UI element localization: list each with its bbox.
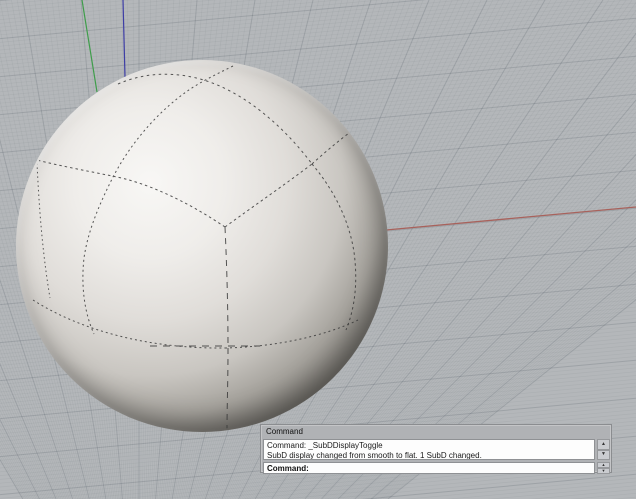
scroll-down-button[interactable]: ▼ bbox=[597, 449, 610, 460]
subd-edge-top-right bbox=[311, 132, 350, 165]
command-panel: Command Command: _SubDDisplayToggle SubD… bbox=[260, 424, 612, 474]
subd-edge-bottom-right bbox=[224, 319, 359, 349]
scroll-up-button[interactable]: ▲ bbox=[597, 439, 610, 450]
subd-edge-right-side bbox=[311, 163, 357, 331]
command-input[interactable] bbox=[310, 463, 591, 473]
subd-edge-upper-left bbox=[36, 159, 226, 228]
history-scrollbar: ▲ ▼ bbox=[597, 439, 610, 460]
command-history-line: Command: _SubDDisplayToggle bbox=[267, 441, 383, 450]
subd-edge-top-arc bbox=[117, 73, 313, 165]
perspective-viewport[interactable]: Command Command: _SubDDisplayToggle SubD… bbox=[0, 0, 636, 499]
subd-edge-vertical bbox=[224, 226, 229, 430]
command-prompt-label: Command: bbox=[267, 463, 309, 473]
spinner-down-button[interactable]: ▼ bbox=[597, 468, 610, 474]
command-history[interactable]: Command: _SubDDisplayToggle SubD display… bbox=[263, 439, 595, 460]
command-spinner: ▲ ▼ bbox=[597, 462, 610, 474]
subd-edge-left-silhouette bbox=[36, 162, 51, 299]
command-panel-title: Command bbox=[266, 427, 303, 436]
subd-edge-bottom-left bbox=[32, 299, 226, 349]
command-history-line: SubD display changed from smooth to flat… bbox=[267, 450, 482, 460]
subd-edge-upper-right bbox=[224, 163, 313, 228]
subd-edge-sweep bbox=[82, 65, 234, 335]
command-prompt[interactable]: Command: bbox=[263, 462, 595, 474]
